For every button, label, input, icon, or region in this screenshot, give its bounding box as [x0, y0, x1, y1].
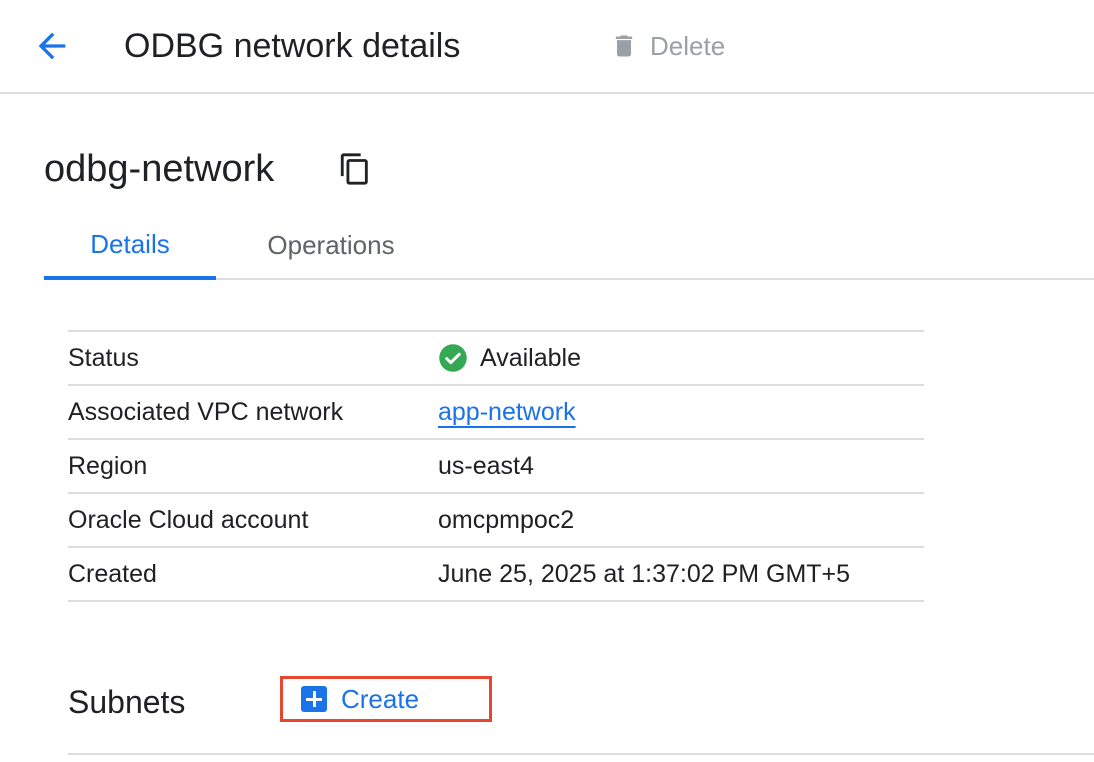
tab-bar: Details Operations	[44, 212, 1094, 280]
region-value: us-east4	[438, 452, 534, 480]
vpc-network-link[interactable]: app-network	[438, 386, 576, 438]
details-row-region: Region us-east4	[68, 440, 924, 494]
create-subnet-button[interactable]: Create	[280, 676, 492, 722]
delete-button[interactable]: Delete	[610, 26, 725, 66]
copy-button[interactable]	[338, 152, 372, 186]
trash-icon	[615, 35, 633, 57]
page: ODBG network details Delete odbg-network…	[0, 0, 1094, 762]
page-header: ODBG network details Delete	[0, 0, 1094, 94]
page-title: ODBG network details	[124, 27, 461, 65]
details-row-created: Created June 25, 2025 at 1:37:02 PM GMT+…	[68, 548, 924, 602]
resource-name: odbg-network	[44, 148, 275, 190]
region-label: Region	[68, 452, 148, 480]
delete-button-label: Delete	[650, 30, 726, 61]
status-text: Available	[480, 344, 582, 372]
check-circle-icon	[439, 344, 467, 372]
back-button[interactable]	[32, 26, 72, 66]
divider	[68, 753, 1094, 755]
tab-details[interactable]: Details	[44, 212, 216, 280]
created-label: Created	[68, 560, 157, 588]
status-label: Status	[68, 344, 139, 372]
details-row-oracle-account: Oracle Cloud account omcpmpoc2	[68, 494, 924, 548]
oracle-account-label: Oracle Cloud account	[68, 506, 309, 534]
tab-operations[interactable]: Operations	[240, 212, 422, 278]
vpc-network-value: app-network	[438, 386, 576, 438]
subnets-heading: Subnets	[68, 684, 186, 720]
create-button-label: Create	[341, 683, 420, 714]
details-row-vpc: Associated VPC network app-network	[68, 386, 924, 440]
status-value: Available	[438, 332, 581, 384]
created-value: June 25, 2025 at 1:37:02 PM GMT+5	[438, 560, 851, 588]
vpc-network-label: Associated VPC network	[68, 398, 344, 426]
oracle-account-value: omcpmpoc2	[438, 506, 575, 534]
copy-icon	[340, 153, 368, 185]
add-box-icon	[301, 686, 327, 712]
details-table: Status Available Associated VPC network …	[68, 330, 924, 602]
arrow-back-icon	[38, 32, 66, 60]
details-row-status: Status Available	[68, 332, 924, 386]
